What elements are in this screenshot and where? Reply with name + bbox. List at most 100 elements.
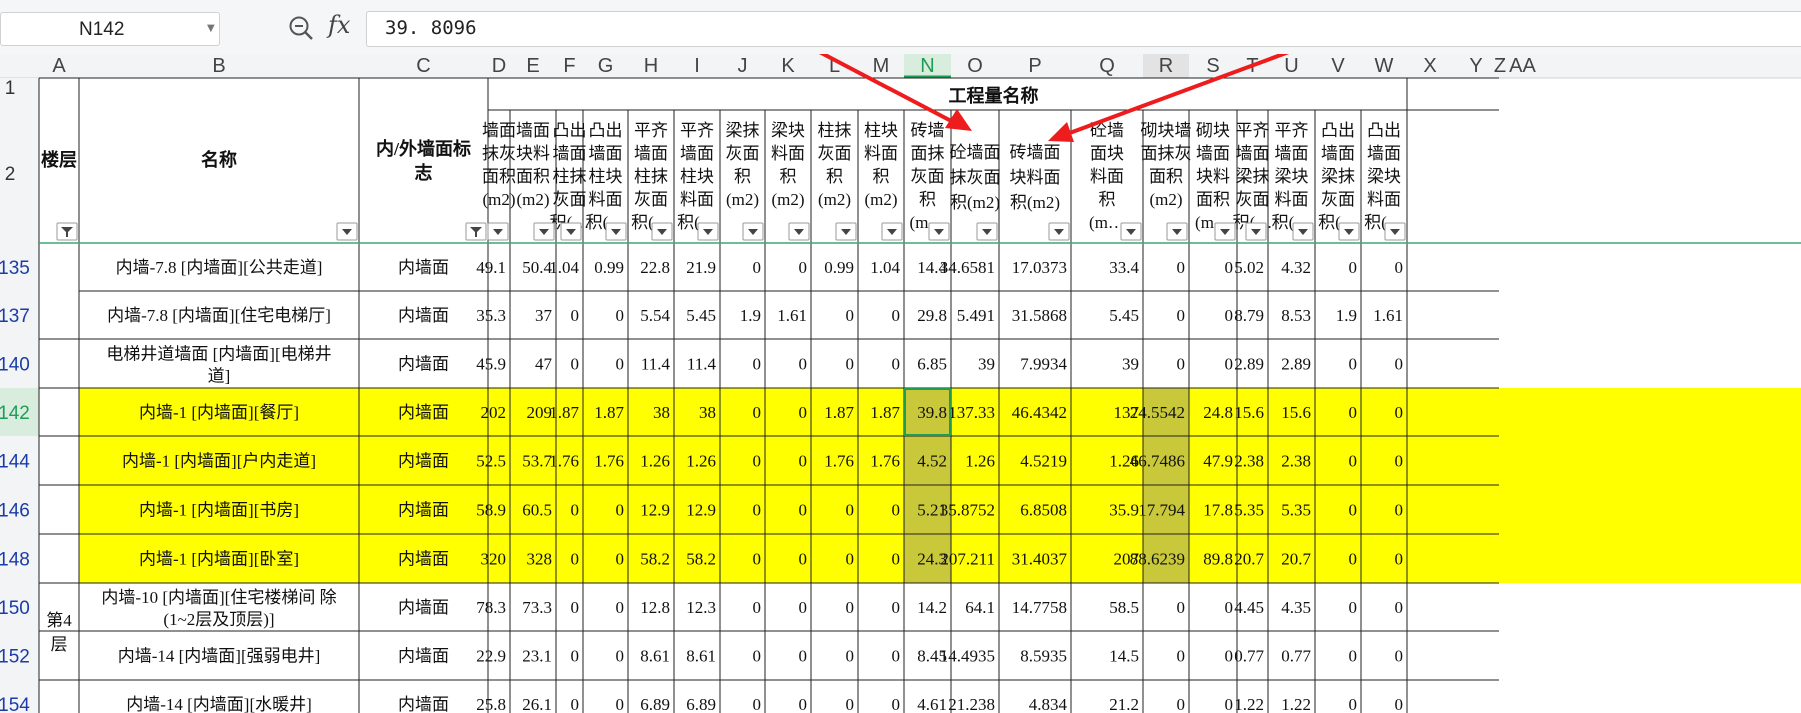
quantity-column-header: 抹灰 <box>482 144 516 163</box>
cell-value: 0 <box>1395 647 1404 666</box>
column-header-r[interactable]: R <box>1159 55 1173 77</box>
row-header-1[interactable]: 1 <box>5 78 16 99</box>
column-header-i[interactable]: I <box>694 55 700 77</box>
row-header-146[interactable]: 146 <box>0 501 30 522</box>
cell-value: 2.89 <box>1281 355 1311 374</box>
column-header-f[interactable]: F <box>563 55 575 77</box>
quantity-column-header: 积 <box>734 167 751 186</box>
cell-value: 0.99 <box>594 258 624 277</box>
column-header-u[interactable]: U <box>1284 55 1298 77</box>
fx-icon[interactable]: fx <box>328 11 350 39</box>
row-header-135[interactable]: 135 <box>0 258 30 279</box>
row-header-154[interactable]: 154 <box>0 695 30 713</box>
quantity-column-header: 面抹 <box>911 144 945 163</box>
column-header-y[interactable]: Y <box>1469 55 1482 77</box>
name-box[interactable]: N142 ▼ <box>0 12 220 46</box>
column-header-j[interactable]: J <box>738 55 748 77</box>
column-header-b[interactable]: B <box>212 55 225 77</box>
cell-value: 1.22 <box>1281 695 1311 713</box>
cell-value: 0 <box>1349 501 1358 520</box>
quantity-column-header: 块料 <box>1196 167 1230 186</box>
column-header-e[interactable]: E <box>526 55 539 77</box>
column-header-c[interactable]: C <box>416 55 430 77</box>
row-header-152[interactable]: 152 <box>0 647 30 668</box>
zoom-icon[interactable] <box>288 15 316 48</box>
cell-value: 0 <box>846 501 855 520</box>
column-header-v[interactable]: V <box>1331 55 1345 77</box>
row-header-150[interactable]: 150 <box>0 598 30 619</box>
wall-type: 内墙面 <box>398 550 449 569</box>
cell-value: 24.8 <box>1203 403 1233 422</box>
chevron-down-icon[interactable]: ▼ <box>207 23 215 34</box>
row-header-137[interactable]: 137 <box>0 306 30 327</box>
cell-value: 1.26 <box>686 452 716 471</box>
cell-value: 2.38 <box>1234 452 1264 471</box>
cell-value: 89.8 <box>1203 550 1233 569</box>
column-header-h[interactable]: H <box>644 55 658 77</box>
cell-value: 60.5 <box>522 501 552 520</box>
cell-value: 1.61 <box>777 306 807 325</box>
quantity-column-header: 梁抹 <box>1321 167 1355 186</box>
column-header-g[interactable]: G <box>598 55 614 77</box>
column-header-d[interactable]: D <box>492 55 506 77</box>
cell-value: 0 <box>892 550 901 569</box>
cell-value: 12.9 <box>640 501 670 520</box>
cell-value: 0 <box>799 550 808 569</box>
cell-value: 1.04 <box>870 258 900 277</box>
column-header-a[interactable]: A <box>52 55 66 77</box>
quantity-column-header: 墙面 <box>553 144 587 163</box>
cell-value: 0 <box>846 550 855 569</box>
cell-value: 8.61 <box>640 647 670 666</box>
spreadsheet-grid[interactable]: ABCDEFGHIJKLMNOPQRSTUVWXYZAA121351371401… <box>0 54 1801 713</box>
quantity-column-header: 平齐 <box>634 121 668 140</box>
cell-value: 0 <box>571 647 580 666</box>
row-header-148[interactable]: 148 <box>0 550 30 571</box>
cell-value: 58.2 <box>640 550 670 569</box>
cell-value: 0 <box>753 258 762 277</box>
row-name: 道] <box>208 367 231 386</box>
quantity-column-header: 砌块墙 <box>1141 121 1192 140</box>
column-header-p[interactable]: P <box>1028 55 1041 77</box>
cell-value: 0 <box>571 695 580 713</box>
cell-value: 12.3 <box>686 598 716 617</box>
cell-value: 137.33 <box>948 403 995 422</box>
cell-value: 35.8752 <box>940 501 995 520</box>
cell-value: 207.211 <box>940 550 995 569</box>
cell-value: 1.9 <box>740 306 761 325</box>
cell-value: 22.8 <box>640 258 670 277</box>
column-header-n[interactable]: N <box>920 55 934 77</box>
quantity-column-header: 柱抹 <box>634 167 668 186</box>
row-name: 内墙-14 [内墙面][水暖井] <box>126 695 312 713</box>
quantity-column-header: 面块 <box>1090 144 1124 163</box>
column-header-m[interactable]: M <box>873 55 890 77</box>
cell-value: 17.8 <box>1203 501 1233 520</box>
formula-input[interactable]: 39. 8096 <box>366 11 1801 47</box>
column-header-w[interactable]: W <box>1375 55 1394 77</box>
row-header-142[interactable]: 142 <box>0 403 30 424</box>
cell-value: 0 <box>753 452 762 471</box>
cell-value: 5.02 <box>1234 258 1264 277</box>
quantity-column-header: (m2) <box>818 190 851 209</box>
quantity-column-header: 面积 <box>482 167 516 186</box>
row-header-140[interactable]: 140 <box>0 355 30 376</box>
cell-value: 73.3 <box>522 598 552 617</box>
row-name: 内墙-1 [内墙面][卧室] <box>139 550 299 569</box>
cell-value: 0 <box>846 355 855 374</box>
floor-header: 楼层 <box>41 149 77 170</box>
column-header-s[interactable]: S <box>1206 55 1219 77</box>
column-header-k[interactable]: K <box>781 55 795 77</box>
quantity-column-header: 梁抹 <box>726 121 760 140</box>
column-header-q[interactable]: Q <box>1099 55 1115 77</box>
cell-value: 0 <box>892 501 901 520</box>
column-header-x[interactable]: X <box>1423 55 1436 77</box>
column-header-z[interactable]: Z <box>1494 55 1506 77</box>
cell-value: 4.35 <box>1281 598 1311 617</box>
quantity-column-header: 柱块 <box>864 121 898 140</box>
formula-value: 39. 8096 <box>385 17 477 39</box>
row-header-144[interactable]: 144 <box>0 452 30 473</box>
quantity-column-header: 料面 <box>1367 190 1401 209</box>
row-header-2[interactable]: 2 <box>5 164 16 185</box>
cell-value: 46.7486 <box>1130 452 1185 471</box>
column-header-o[interactable]: O <box>967 55 983 77</box>
column-header-aa[interactable]: AA <box>1509 55 1536 77</box>
